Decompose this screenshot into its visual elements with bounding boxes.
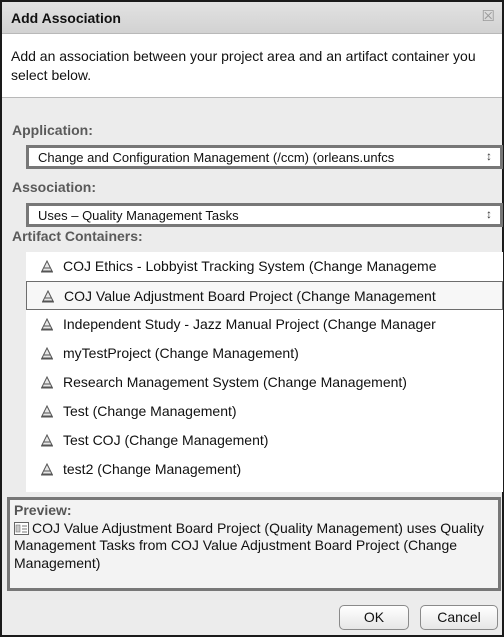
project-area-icon <box>41 260 53 273</box>
ok-button[interactable]: OK <box>339 605 409 630</box>
project-area-icon <box>41 347 53 360</box>
select-arrows-icon: ↕ <box>486 149 492 163</box>
preview-panel: Preview: COJ Value Adjustment Board Proj… <box>7 497 501 591</box>
association-select[interactable]: Uses – Quality Management Tasks ↕ <box>26 203 503 227</box>
list-item-selected[interactable]: COJ Value Adjustment Board Project (Chan… <box>26 281 503 310</box>
preview-label: Preview: <box>14 502 72 518</box>
list-item[interactable]: Test COJ (Change Management) <box>26 426 503 455</box>
list-item[interactable]: Test (Change Management) <box>26 397 503 426</box>
list-item[interactable]: Independent Study - Jazz Manual Project … <box>26 310 503 339</box>
application-select[interactable]: Change and Configuration Management (/cc… <box>26 145 503 169</box>
close-icon[interactable]: ☒ <box>482 9 495 24</box>
cancel-button[interactable]: Cancel <box>420 605 498 630</box>
list-item[interactable]: COJ Ethics - Lobbyist Tracking System (C… <box>26 252 503 281</box>
association-select-value: Uses – Quality Management Tasks <box>38 208 239 223</box>
artifact-containers-label: Artifact Containers: <box>12 228 143 244</box>
project-area-icon <box>41 318 53 331</box>
project-area-icon <box>41 434 53 447</box>
project-area-icon <box>42 290 54 303</box>
dialog-title: Add Association <box>11 10 121 26</box>
list-item[interactable]: Research Management System (Change Manag… <box>26 368 503 397</box>
dialog-description: Add an association between your project … <box>2 34 502 98</box>
application-select-value: Change and Configuration Management (/cc… <box>38 150 395 165</box>
list-item[interactable]: test2 (Change Management) <box>26 455 503 484</box>
list-item[interactable]: myTestProject (Change Management) <box>26 339 503 368</box>
dialog-titlebar[interactable]: Add Association ☒ <box>2 2 502 34</box>
project-area-icon <box>41 463 53 476</box>
project-area-icon <box>41 405 53 418</box>
application-label: Application: <box>12 122 93 138</box>
project-area-icon <box>41 376 53 389</box>
preview-body: COJ Value Adjustment Board Project (Qual… <box>14 520 494 573</box>
preview-text: COJ Value Adjustment Board Project (Qual… <box>14 519 484 571</box>
document-icon <box>14 521 29 535</box>
select-arrows-icon: ↕ <box>486 207 492 221</box>
association-label: Association: <box>12 179 97 195</box>
artifact-containers-list[interactable]: COJ Ethics - Lobbyist Tracking System (C… <box>26 252 503 492</box>
add-association-dialog: Add Association ☒ Add an association bet… <box>0 0 504 637</box>
